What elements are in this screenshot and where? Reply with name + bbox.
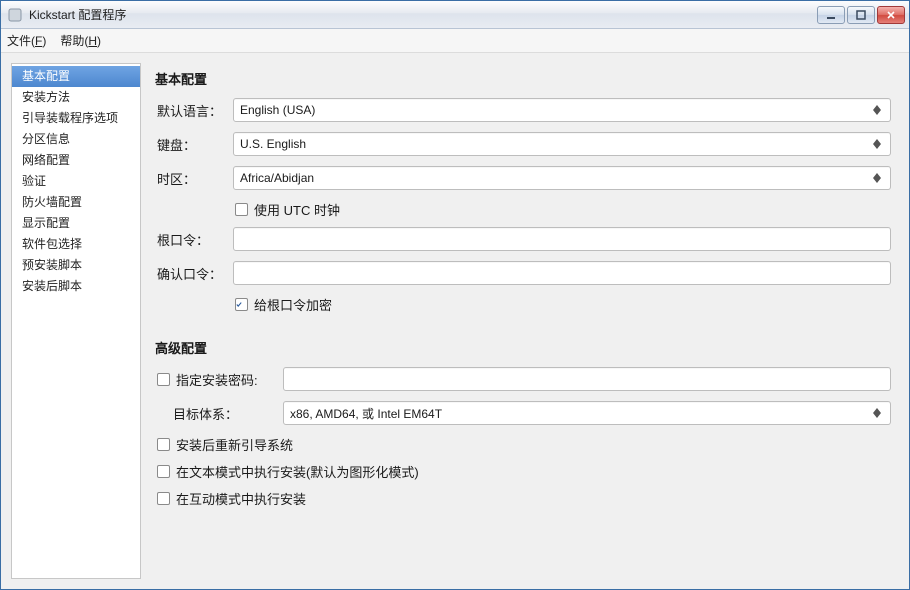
interactive-label: 在互动模式中执行安装 (176, 489, 306, 508)
language-combo[interactable]: English (USA) (233, 98, 891, 122)
install-key-input[interactable] (283, 367, 891, 391)
sidebar-item-install-method[interactable]: 安装方法 (12, 87, 140, 108)
root-pw-label: 根口令： (155, 230, 233, 249)
combo-spin-icon (870, 105, 884, 115)
confirm-pw-input[interactable] (233, 261, 891, 285)
timezone-combo[interactable]: Africa/Abidjan (233, 166, 891, 190)
sidebar-item-network[interactable]: 网络配置 (12, 150, 140, 171)
sidebar-item-packages[interactable]: 软件包选择 (12, 234, 140, 255)
textmode-label: 在文本模式中执行安装(默认为图形化模式) (176, 462, 419, 481)
encrypt-checkbox[interactable] (235, 298, 248, 311)
reboot-checkbox[interactable] (157, 438, 170, 451)
encrypt-label: 给根口令加密 (254, 295, 332, 314)
root-pw-field[interactable] (240, 228, 884, 250)
advanced-section-title: 高级配置 (155, 338, 891, 357)
titlebar[interactable]: Kickstart 配置程序 (1, 1, 909, 29)
app-icon (7, 7, 23, 23)
utc-checkbox[interactable] (235, 203, 248, 216)
sidebar-item-firewall[interactable]: 防火墙配置 (12, 192, 140, 213)
keyboard-combo[interactable]: U.S. English (233, 132, 891, 156)
sidebar-item-auth[interactable]: 验证 (12, 171, 140, 192)
keyboard-value: U.S. English (240, 137, 870, 151)
language-value: English (USA) (240, 103, 870, 117)
main-panel: 基本配置 默认语言： English (USA) 键盘： U.S. Englis… (155, 63, 899, 579)
install-key-field[interactable] (290, 368, 884, 390)
sidebar-item-pre-script[interactable]: 预安装脚本 (12, 255, 140, 276)
confirm-pw-label: 确认口令： (155, 264, 233, 283)
reboot-label: 安装后重新引导系统 (176, 435, 293, 454)
menu-file[interactable]: 文件(F) (7, 32, 46, 49)
window-title: Kickstart 配置程序 (29, 6, 817, 23)
sidebar-item-post-script[interactable]: 安装后脚本 (12, 276, 140, 297)
install-key-label: 指定安装密码: (176, 370, 258, 389)
root-pw-input[interactable] (233, 227, 891, 251)
timezone-label: 时区： (155, 169, 233, 188)
menu-help[interactable]: 帮助(H) (60, 32, 101, 49)
target-arch-combo[interactable]: x86, AMD64, 或 Intel EM64T (283, 401, 891, 425)
close-button[interactable] (877, 6, 905, 24)
app-window: Kickstart 配置程序 文件(F) 帮助(H) 基本配置 安装方法 引导装… (0, 0, 910, 590)
minimize-button[interactable] (817, 6, 845, 24)
language-label: 默认语言： (155, 101, 233, 120)
maximize-button[interactable] (847, 6, 875, 24)
combo-spin-icon (870, 408, 884, 418)
sidebar-item-display[interactable]: 显示配置 (12, 213, 140, 234)
target-arch-label: 目标体系： (155, 404, 283, 423)
target-arch-value: x86, AMD64, 或 Intel EM64T (290, 405, 870, 422)
sidebar-item-partition[interactable]: 分区信息 (12, 129, 140, 150)
client-area: 基本配置 安装方法 引导装载程序选项 分区信息 网络配置 验证 防火墙配置 显示… (1, 53, 909, 589)
window-controls (817, 6, 905, 24)
keyboard-label: 键盘： (155, 135, 233, 154)
install-key-checkbox[interactable] (157, 373, 170, 386)
confirm-pw-field[interactable] (240, 262, 884, 284)
sidebar: 基本配置 安装方法 引导装载程序选项 分区信息 网络配置 验证 防火墙配置 显示… (11, 63, 141, 579)
textmode-checkbox[interactable] (157, 465, 170, 478)
sidebar-item-bootloader[interactable]: 引导装载程序选项 (12, 108, 140, 129)
timezone-value: Africa/Abidjan (240, 171, 870, 185)
sidebar-item-basic[interactable]: 基本配置 (12, 66, 140, 87)
combo-spin-icon (870, 173, 884, 183)
combo-spin-icon (870, 139, 884, 149)
menubar: 文件(F) 帮助(H) (1, 29, 909, 53)
interactive-checkbox[interactable] (157, 492, 170, 505)
utc-label: 使用 UTC 时钟 (254, 200, 340, 219)
basic-section-title: 基本配置 (155, 69, 891, 88)
